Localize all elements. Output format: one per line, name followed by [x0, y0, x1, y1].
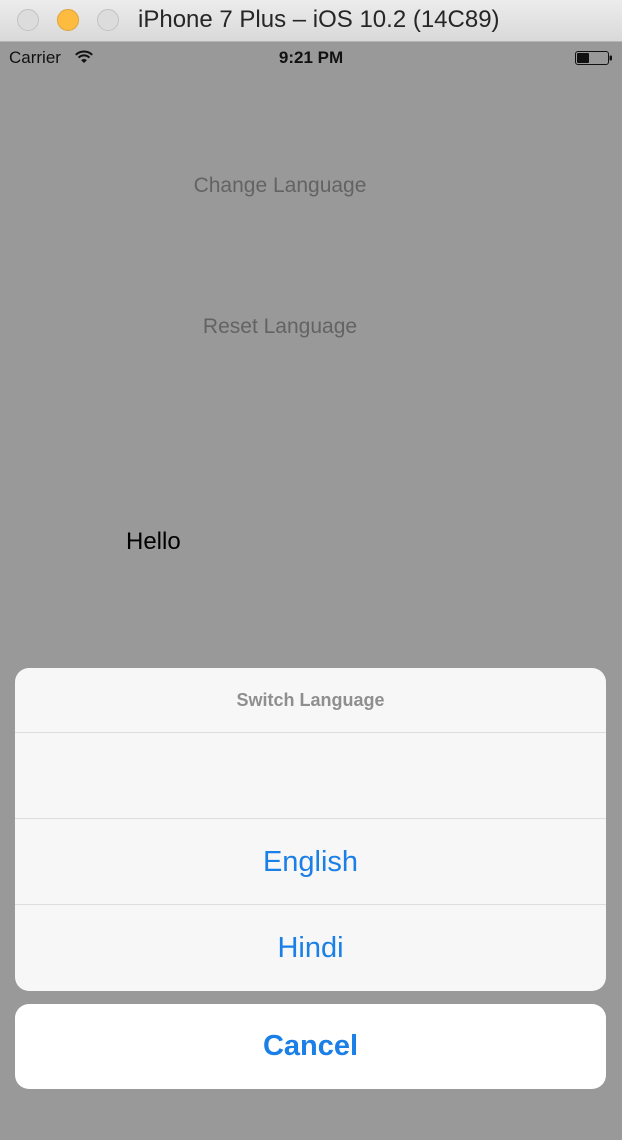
battery-icon — [575, 51, 612, 65]
change-language-button[interactable]: Change Language — [0, 174, 560, 198]
window-title: iPhone 7 Plus – iOS 10.2 (14C89) — [138, 6, 500, 33]
action-sheet-option-english[interactable]: English — [15, 819, 606, 905]
cancel-button[interactable]: Cancel — [15, 1004, 606, 1089]
clock-time: 9:21 PM — [278, 48, 344, 67]
action-sheet-title: Switch Language — [15, 668, 606, 733]
zoom-window-button[interactable] — [97, 9, 119, 31]
status-bar: Carrier 9:21 PM — [0, 42, 622, 72]
title-bar: iPhone 7 Plus – iOS 10.2 (14C89) — [0, 0, 622, 42]
simulator-window: iPhone 7 Plus – iOS 10.2 (14C89) Carrier… — [0, 0, 622, 1140]
action-sheet: Switch Language English Hindi — [15, 668, 606, 991]
reset-language-button[interactable]: Reset Language — [0, 315, 560, 339]
close-window-button[interactable] — [17, 9, 39, 31]
action-sheet-option-blank[interactable] — [15, 733, 606, 819]
minimize-window-button[interactable] — [57, 9, 79, 31]
action-sheet-option-hindi[interactable]: Hindi — [15, 905, 606, 991]
hello-label: Hello — [126, 528, 181, 555]
